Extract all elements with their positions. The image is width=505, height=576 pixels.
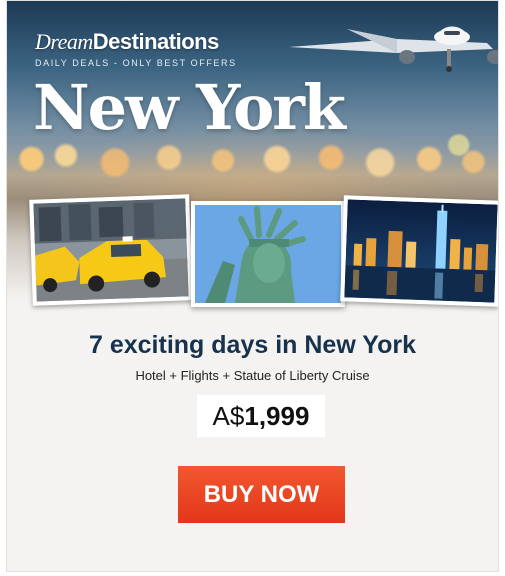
ad-card[interactable]: DreamDestinations DAILY DEALS - ONLY BES…	[6, 0, 499, 572]
price-currency: A$	[212, 401, 245, 431]
brand-logo: DreamDestinations DAILY DEALS - ONLY BES…	[35, 29, 237, 68]
offer-headline: 7 exciting days in New York	[89, 331, 416, 359]
photo-statue-of-liberty	[191, 201, 345, 307]
brand-tagline: DAILY DEALS - ONLY BEST OFFERS	[35, 58, 237, 68]
destination-title: New York	[33, 71, 346, 144]
brand-name-part1: Dream	[35, 29, 93, 54]
brand-name: DreamDestinations	[35, 29, 237, 55]
offer-includes: Hotel + Flights + Statue of Liberty Crui…	[135, 368, 370, 383]
buy-now-button[interactable]: BUY NOW	[178, 466, 345, 523]
price-amount: 1,999	[244, 401, 310, 431]
photo-taxis	[29, 194, 193, 306]
airplane-icon	[289, 26, 498, 72]
photo-skyline	[340, 195, 498, 307]
price-box: A$1,999	[197, 395, 325, 437]
brand-name-part2: Destinations	[92, 29, 220, 54]
